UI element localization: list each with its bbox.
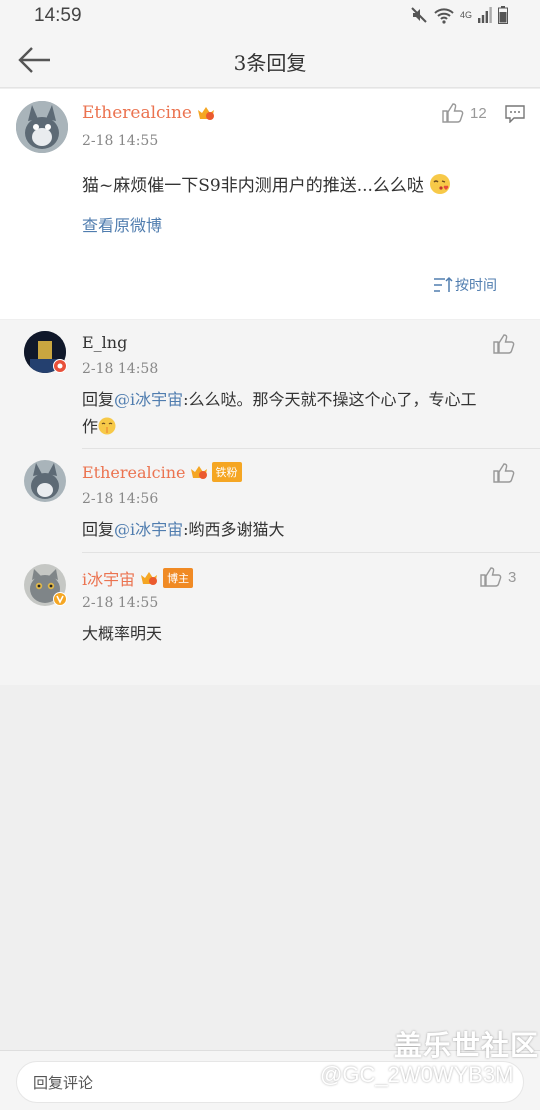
status-icons: 4G	[410, 6, 508, 24]
vip-crown-icon	[197, 107, 214, 120]
reply-content: :哟西多谢猫大	[183, 520, 285, 539]
kiss-emoji-icon	[430, 174, 451, 194]
fan-badge: 铁粉	[211, 462, 242, 482]
reply-text: 回复@i冰宇宙:哟西多谢猫大	[82, 516, 285, 543]
sort-button[interactable]: 按时间	[433, 275, 497, 295]
username[interactable]: E_lng	[82, 333, 127, 352]
avatar[interactable]	[16, 101, 68, 153]
timestamp: 2-18 14:55	[82, 133, 159, 149]
like-count: 12	[470, 104, 487, 122]
like-count: 3	[508, 568, 517, 586]
reply-item: i冰宇宙 博主 3 2-18 14:55 大概率明天	[0, 553, 540, 685]
avatar[interactable]	[24, 460, 66, 502]
shh-emoji-icon	[98, 417, 116, 435]
thumbs-up-icon	[442, 103, 464, 123]
username[interactable]: i冰宇宙	[82, 566, 135, 590]
reply-text: 回复@i冰宇宙:么么哒。那今天就不操这个心了，专心工 作	[82, 386, 512, 440]
vip-crown-icon	[190, 466, 207, 479]
comment-button[interactable]	[505, 105, 525, 127]
reply-list: E_lng 2-18 14:58 回复@i冰宇宙:么么哒。那今天就不操这个心了，…	[0, 320, 540, 685]
network-type: 4G	[459, 10, 472, 20]
status-time: 14:59	[34, 5, 82, 26]
main-comment: Etherealcine 2-18 14:55 12 猫~麻烦催一下S9非内测用…	[0, 89, 540, 319]
signal-icon	[478, 7, 492, 23]
comment-text-content: 猫~麻烦催一下S9非内测用户的推送...么么哒	[82, 176, 424, 196]
username[interactable]: Etherealcine	[82, 463, 186, 482]
nav-bar: 3条回复	[0, 34, 540, 88]
mention-link[interactable]: @i冰宇宙	[114, 520, 183, 539]
like-button[interactable]: 12	[442, 103, 487, 123]
page-title: 3条回复	[233, 51, 307, 75]
watermark-title: 盖乐世社区	[394, 1030, 540, 1061]
comment-text: 猫~麻烦催一下S9非内测用户的推送...么么哒	[82, 171, 451, 196]
mention-link[interactable]: @i冰宇宙	[114, 390, 183, 409]
timestamp: 2-18 14:56	[82, 491, 159, 507]
reply-content-cont: 作	[82, 417, 99, 436]
view-original-link[interactable]: 查看原微博	[82, 212, 162, 236]
timestamp: 2-18 14:58	[82, 361, 159, 377]
thumbs-up-icon	[493, 334, 515, 354]
author-badge: 博主	[163, 568, 194, 588]
reply-content: :么么哒。那今天就不操这个心了，专心工	[183, 390, 477, 409]
vip-crown-icon	[141, 572, 158, 585]
thumbs-up-icon	[493, 463, 515, 483]
avatar-image	[16, 101, 68, 153]
verified-badge-icon	[53, 359, 67, 373]
verified-v-icon	[53, 592, 67, 606]
timestamp: 2-18 14:55	[82, 595, 159, 611]
watermark-handle: @GC_2W0WYB3M	[320, 1062, 514, 1087]
reply-prefix: 回复	[82, 520, 115, 539]
like-button[interactable]: 3	[480, 567, 516, 587]
reply-text: 大概率明天	[82, 624, 163, 643]
status-bar: 14:59 4G	[0, 0, 540, 34]
sort-label: 按时间	[455, 278, 497, 294]
like-button[interactable]	[493, 334, 515, 354]
reply-item: Etherealcine 铁粉 2-18 14:56 回复@i冰宇宙:哟西多谢猫…	[0, 449, 540, 552]
wifi-icon	[434, 8, 454, 24]
username[interactable]: Etherealcine	[82, 103, 192, 123]
battery-icon	[498, 6, 508, 24]
avatar-image	[24, 460, 66, 502]
reply-prefix: 回复	[82, 390, 115, 409]
mute-icon	[411, 7, 427, 23]
comment-icon	[505, 105, 525, 124]
reply-item: E_lng 2-18 14:58 回复@i冰宇宙:么么哒。那今天就不操这个心了，…	[0, 320, 540, 448]
sort-icon	[434, 276, 453, 292]
like-button[interactable]	[493, 463, 515, 483]
thumbs-up-icon	[480, 567, 502, 587]
